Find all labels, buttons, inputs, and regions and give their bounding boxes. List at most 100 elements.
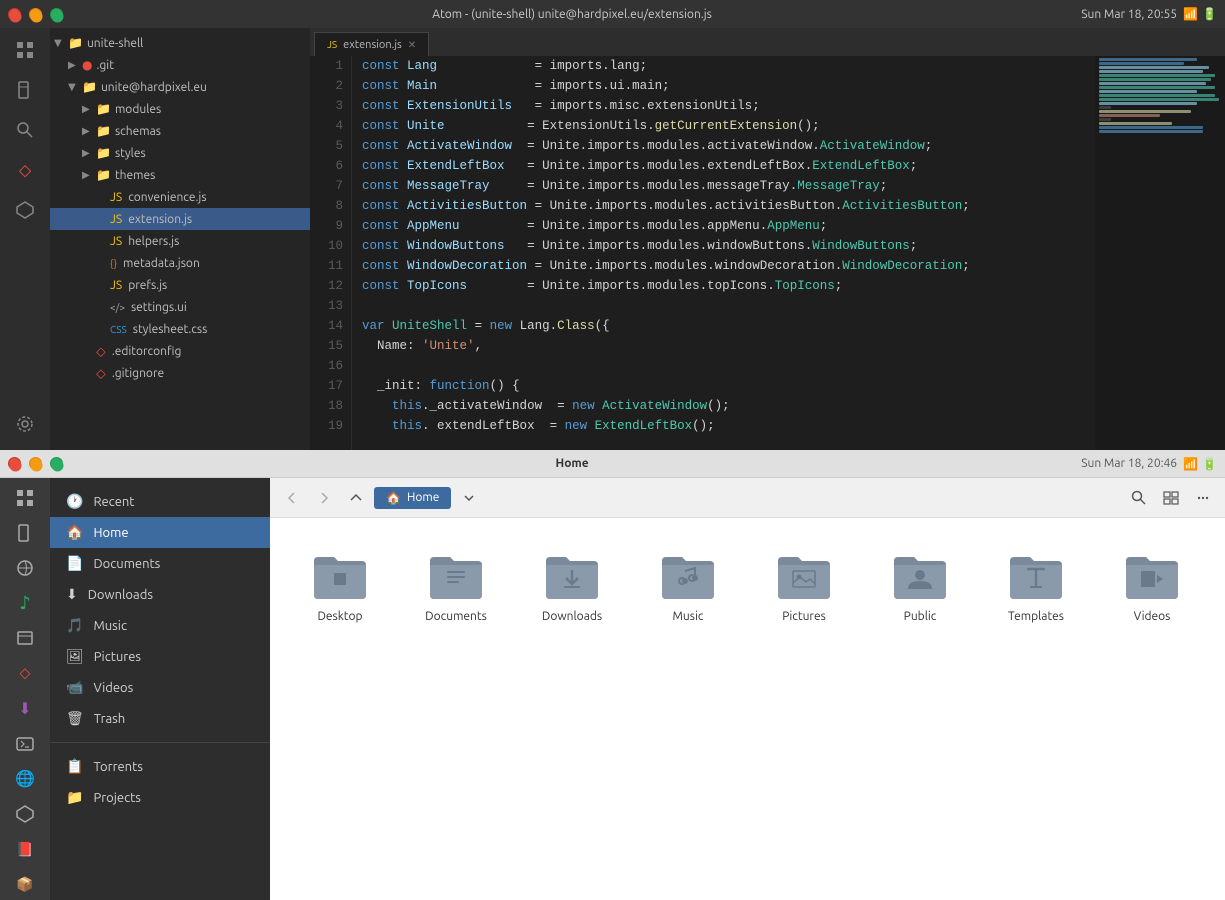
sidebar-item-trash[interactable]: 🗑 Trash bbox=[50, 703, 270, 734]
folder-desktop[interactable]: Desktop bbox=[290, 538, 390, 631]
atom-title: Atom - (unite-shell) unite@hardpixel.eu/… bbox=[71, 8, 1073, 21]
folder-templates-label: Templates bbox=[1008, 610, 1064, 623]
folder-downloads[interactable]: Downloads bbox=[522, 538, 622, 631]
atom-settings-icon[interactable] bbox=[7, 406, 43, 442]
sidebar-item-downloads[interactable]: ⬇ Downloads bbox=[50, 579, 270, 610]
sidebar-item-videos[interactable]: 📹 Videos bbox=[50, 672, 270, 703]
trash-icon: 🗑 bbox=[66, 710, 84, 727]
tree-item-modules[interactable]: ▶ 📁 modules bbox=[50, 98, 310, 120]
sidebar-trash-label: Trash bbox=[94, 712, 125, 726]
fm-minimize-button[interactable] bbox=[29, 457, 42, 470]
fm-maximize-button[interactable] bbox=[50, 457, 63, 470]
fm-forward-button[interactable] bbox=[310, 484, 338, 512]
folder-videos-icon bbox=[1122, 546, 1182, 606]
fm-pkg-icon[interactable] bbox=[7, 799, 43, 830]
folder-music[interactable]: Music bbox=[638, 538, 738, 631]
tree-item-unite[interactable]: ▼ 📁 unite@hardpixel.eu bbox=[50, 76, 310, 98]
atom-tab-extension[interactable]: JS extension.js ✕ bbox=[314, 32, 429, 56]
atom-packages-icon[interactable] bbox=[7, 192, 43, 228]
folder-public[interactable]: Public bbox=[870, 538, 970, 631]
sidebar-item-pictures[interactable]: 🖼 Pictures bbox=[50, 641, 270, 672]
code-area[interactable]: 12345 678910 1112131415 16171819 const L… bbox=[310, 56, 1095, 450]
tree-root[interactable]: ▼ 📁 unite-shell bbox=[50, 32, 310, 54]
atom-minimize-button[interactable] bbox=[29, 8, 42, 21]
tree-item-editorconfig[interactable]: ▶ ⬦ .editorconfig bbox=[50, 340, 310, 362]
tree-item-metadata[interactable]: ▶ {} metadata.json bbox=[50, 252, 310, 274]
tree-unite-label: unite@hardpixel.eu bbox=[101, 81, 207, 94]
fm-install-icon[interactable]: ⬇ bbox=[7, 693, 43, 724]
tree-item-settings[interactable]: ▶ </> settings.ui bbox=[50, 296, 310, 318]
sidebar-item-torrents[interactable]: 📋 Torrents bbox=[50, 751, 270, 782]
tab-label: extension.js bbox=[343, 39, 402, 51]
fm-toolbar: 🏠 Home bbox=[270, 478, 1225, 518]
fm-browser-icon[interactable] bbox=[7, 552, 43, 583]
fm-sidebar: 🕐 Recent 🏠 Home 📄 Documents ⬇ Downloads … bbox=[50, 478, 270, 900]
fm-install2-icon[interactable]: 📦 bbox=[7, 869, 43, 900]
folder-downloads-icon bbox=[542, 546, 602, 606]
tree-item-stylesheet[interactable]: ▶ CSS stylesheet.css bbox=[50, 318, 310, 340]
code-content[interactable]: const Lang = imports.lang; const Main = … bbox=[352, 56, 1095, 450]
atom-maximize-button[interactable] bbox=[50, 8, 63, 21]
tree-item-schemas[interactable]: ▶ 📁 schemas bbox=[50, 120, 310, 142]
sidebar-item-recent[interactable]: 🕐 Recent bbox=[50, 486, 270, 517]
fm-git-icon[interactable]: ⬦ bbox=[7, 658, 43, 689]
folder-music-label: Music bbox=[673, 610, 704, 623]
downloads-icon: ⬇ bbox=[66, 586, 78, 603]
folder-downloads-label: Downloads bbox=[542, 610, 602, 623]
tree-item-gitignore[interactable]: ▶ ⬦ .gitignore bbox=[50, 362, 310, 384]
atom-apps-icon[interactable] bbox=[7, 32, 43, 68]
atom-search-icon[interactable] bbox=[7, 112, 43, 148]
sidebar-item-projects[interactable]: 📁 Projects bbox=[50, 782, 270, 813]
sidebar-music-label: Music bbox=[93, 619, 127, 633]
folder-documents[interactable]: Documents bbox=[406, 538, 506, 631]
fm-files2-icon[interactable] bbox=[7, 623, 43, 654]
sidebar-item-music[interactable]: 🎵 Music bbox=[50, 610, 270, 641]
tree-item-convenience[interactable]: ▶ JS convenience.js bbox=[50, 186, 310, 208]
fm-apps-icon[interactable] bbox=[7, 482, 43, 513]
folder-pictures-label: Pictures bbox=[782, 610, 826, 623]
tree-item-themes[interactable]: ▶ 📁 themes bbox=[50, 164, 310, 186]
fm-up-button[interactable] bbox=[342, 484, 370, 512]
fm-status-right: Sun Mar 18, 20:46 📶 🔋 bbox=[1081, 457, 1217, 471]
atom-files-icon[interactable] bbox=[7, 72, 43, 108]
atom-editor: JS extension.js ✕ 12345 678910 111213141… bbox=[310, 28, 1225, 450]
sidebar-item-documents[interactable]: 📄 Documents bbox=[50, 548, 270, 579]
fm-menu-button[interactable] bbox=[1189, 484, 1217, 512]
atom-close-button[interactable] bbox=[8, 8, 21, 21]
atom-git-icon[interactable]: ⬦ bbox=[7, 152, 43, 188]
folder-pictures[interactable]: Pictures bbox=[754, 538, 854, 631]
recent-icon: 🕐 bbox=[66, 493, 83, 510]
fm-pdf-icon[interactable]: 📕 bbox=[7, 834, 43, 865]
fm-music-icon[interactable]: ♪ bbox=[7, 588, 43, 619]
atom-left-dock: ⬦ bbox=[0, 28, 50, 450]
fm-close-button[interactable] bbox=[8, 457, 21, 470]
tab-close-icon[interactable]: ✕ bbox=[408, 39, 416, 51]
sidebar-documents-label: Documents bbox=[93, 557, 160, 571]
folder-templates-icon bbox=[1006, 546, 1066, 606]
folder-documents-label: Documents bbox=[425, 610, 487, 623]
tree-item-helpers[interactable]: ▶ JS helpers.js bbox=[50, 230, 310, 252]
fm-files-icon[interactable] bbox=[7, 517, 43, 548]
fm-search-button[interactable] bbox=[1125, 484, 1153, 512]
fm-body: ♪ ⬦ ⬇ 🌐 📕 📦 🕐 Recent 🏠 Home bbox=[0, 478, 1225, 900]
folder-templates[interactable]: Templates bbox=[986, 538, 1086, 631]
tree-item-extension[interactable]: ▶ JS extension.js bbox=[50, 208, 310, 230]
fm-battery-icon: 🔋 bbox=[1202, 457, 1217, 471]
fm-view-button[interactable] bbox=[1157, 484, 1185, 512]
fm-tray-icons: 📶 🔋 bbox=[1183, 457, 1217, 471]
atom-file-tree: ▼ 📁 unite-shell ▶ ● .git ▼ 📁 unite@hardp… bbox=[50, 28, 310, 450]
sidebar-home-label: Home bbox=[93, 526, 128, 540]
fm-term-icon[interactable] bbox=[7, 728, 43, 759]
tree-item-git[interactable]: ▶ ● .git bbox=[50, 54, 310, 76]
fm-breadcrumb[interactable]: 🏠 Home bbox=[374, 487, 451, 509]
fm-globe-icon[interactable]: 🌐 bbox=[7, 763, 43, 794]
fm-breadcrumb-expand[interactable] bbox=[455, 484, 483, 512]
tree-item-prefs[interactable]: ▶ JS prefs.js bbox=[50, 274, 310, 296]
fm-back-button[interactable] bbox=[278, 484, 306, 512]
folder-videos-label: Videos bbox=[1134, 610, 1171, 623]
network-icon: 📶 bbox=[1183, 7, 1198, 21]
atom-status-right: Sun Mar 18, 20:55 📶 🔋 bbox=[1081, 7, 1217, 21]
tree-item-styles[interactable]: ▶ 📁 styles bbox=[50, 142, 310, 164]
sidebar-item-home[interactable]: 🏠 Home bbox=[50, 517, 270, 548]
folder-videos[interactable]: Videos bbox=[1102, 538, 1202, 631]
